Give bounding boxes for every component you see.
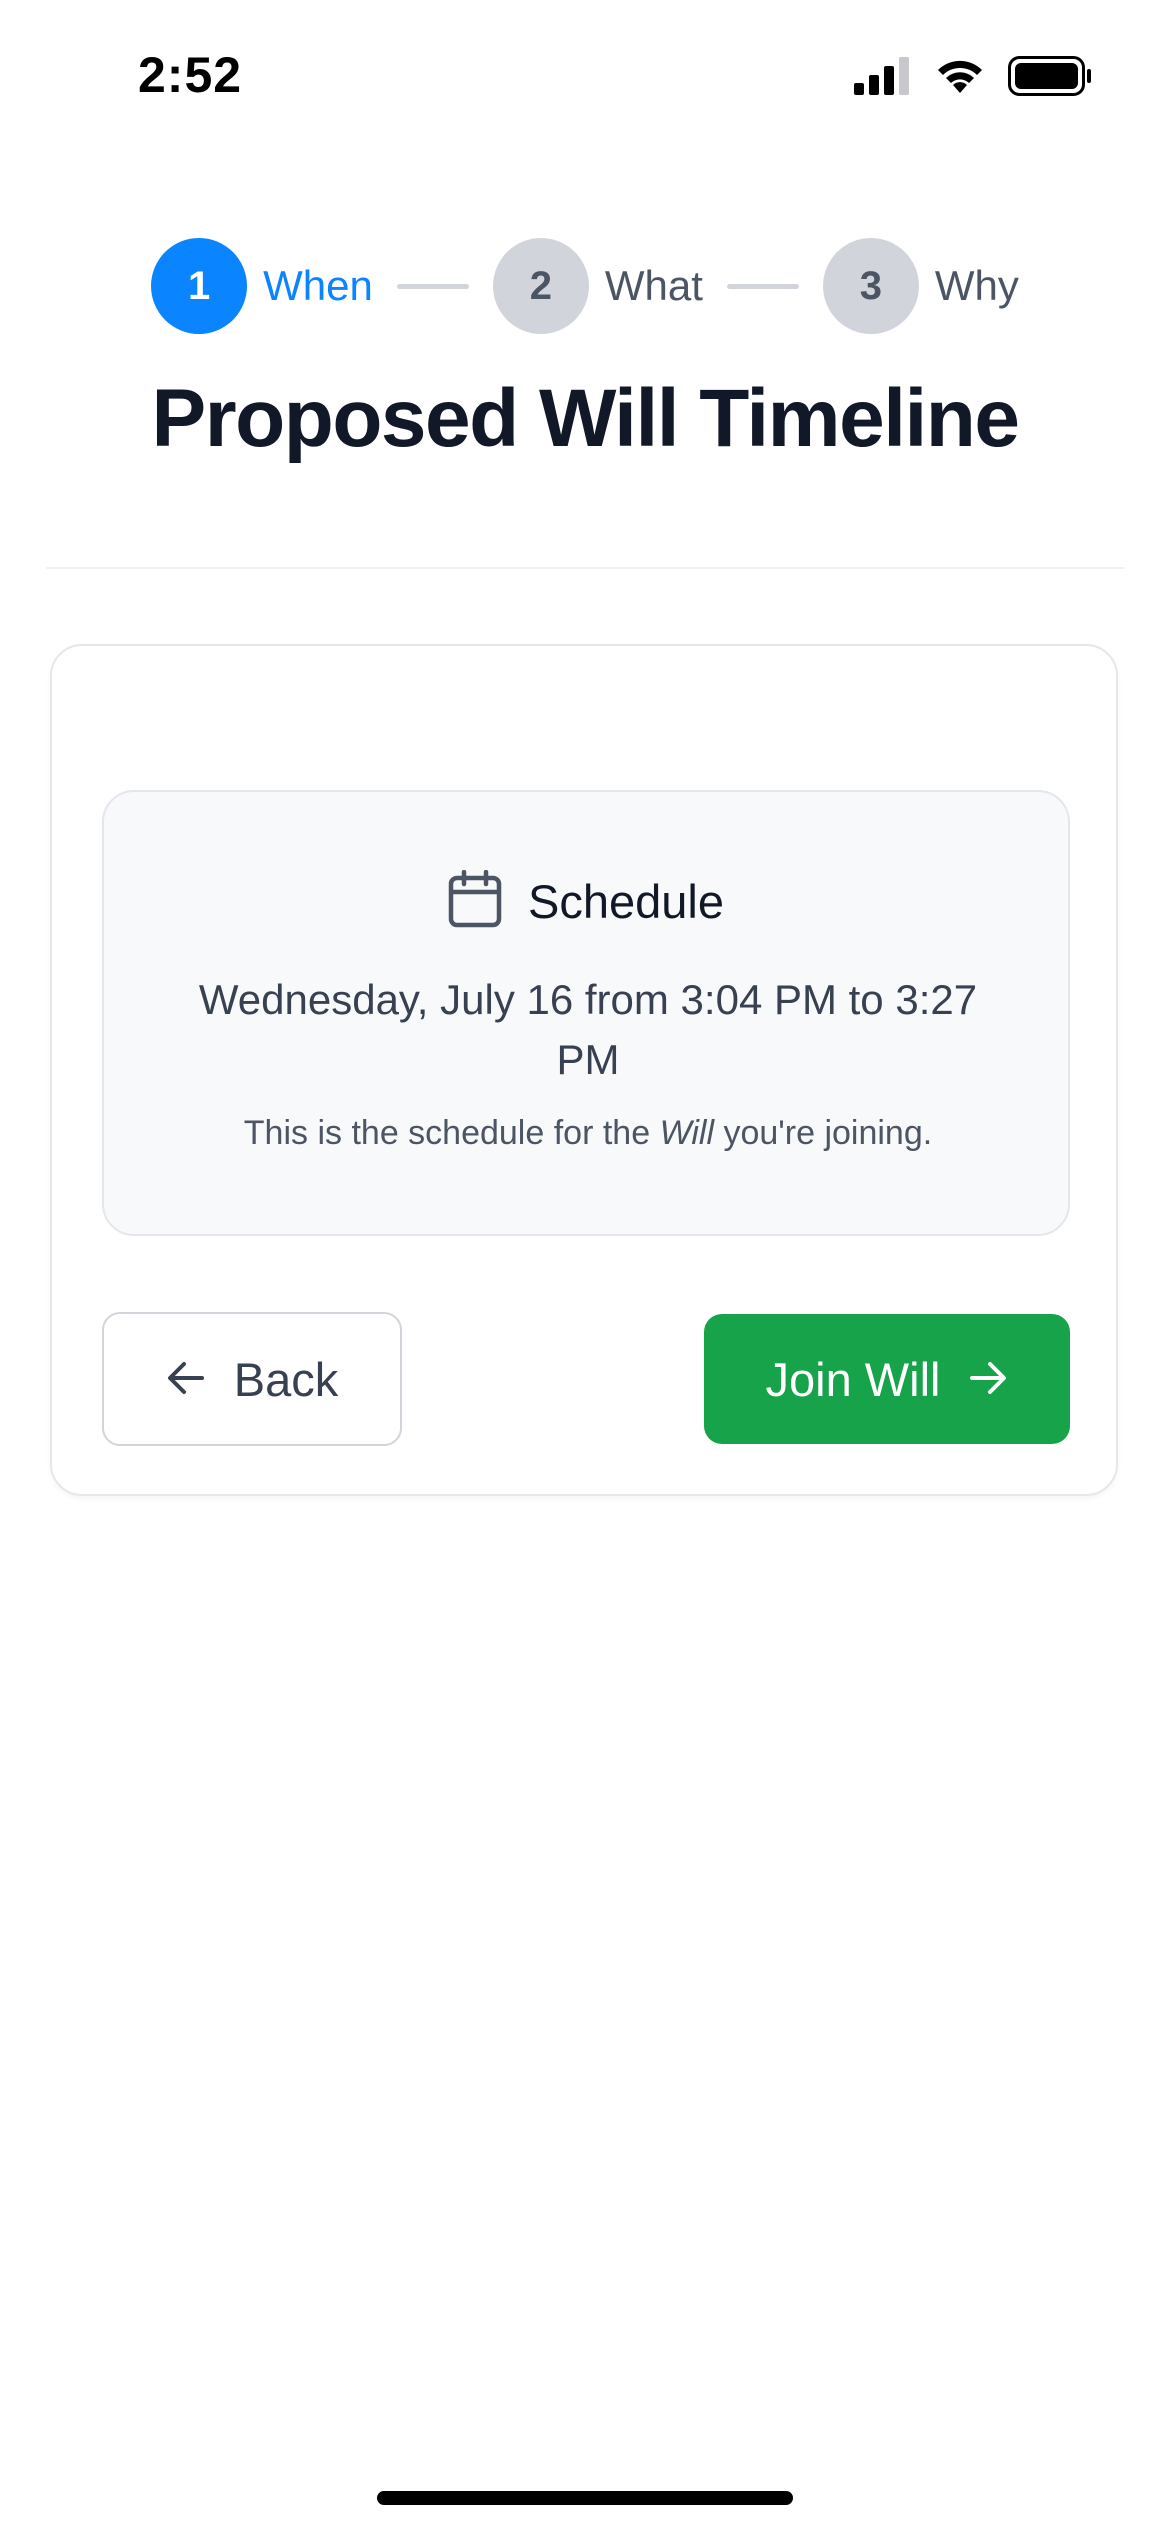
step-connector [396,283,469,289]
schedule-header: Schedule [104,869,1068,933]
home-indicator[interactable] [377,2491,793,2505]
schedule-note-text: This is the schedule for the [243,1114,660,1152]
schedule-date: Wednesday, July 16 from 3:04 PM to 3:27 … [198,976,978,1083]
step-why[interactable]: 3 Why [822,238,1019,334]
arrow-left-icon [166,1352,206,1407]
step-1-circle: 1 [151,238,248,334]
step-when[interactable]: 1 When [151,238,373,334]
back-button[interactable]: Back [102,1312,402,1446]
calendar-icon [448,869,502,933]
schedule-note-suffix: you're joining. [714,1114,933,1152]
join-button-label: Join Will [765,1352,941,1406]
signal-icon [854,57,912,100]
back-button-label: Back [233,1352,339,1406]
step-2-circle: 2 [492,238,589,334]
status-time: 2:52 [138,47,243,103]
step-3-circle: 3 [822,238,919,334]
status-icons [854,56,1092,101]
schedule-panel: Schedule Wednesday, July 16 from 3:04 PM… [102,790,1070,1236]
arrow-right-icon [968,1352,1008,1407]
step-2-label: What [604,262,703,309]
schedule-note: This is the schedule for the Will you're… [134,1114,1042,1153]
stepper: 1 When 2 What 3 Why [0,238,1170,334]
schedule-title: Schedule [528,875,724,928]
schedule-note-emphasis: Will [659,1114,715,1152]
battery-icon [1008,56,1092,101]
step-1-label: When [263,262,373,309]
timeline-card: Schedule Wednesday, July 16 from 3:04 PM… [50,644,1118,1496]
step-what[interactable]: 2 What [492,238,703,334]
wifi-icon [934,57,986,100]
page-title: Proposed Will Timeline [151,373,1020,464]
divider [46,567,1124,569]
join-will-button[interactable]: Join Will [704,1314,1070,1444]
step-connector [726,283,799,289]
step-3-label: Why [934,262,1019,309]
status-bar: 2:52 [0,0,1170,150]
